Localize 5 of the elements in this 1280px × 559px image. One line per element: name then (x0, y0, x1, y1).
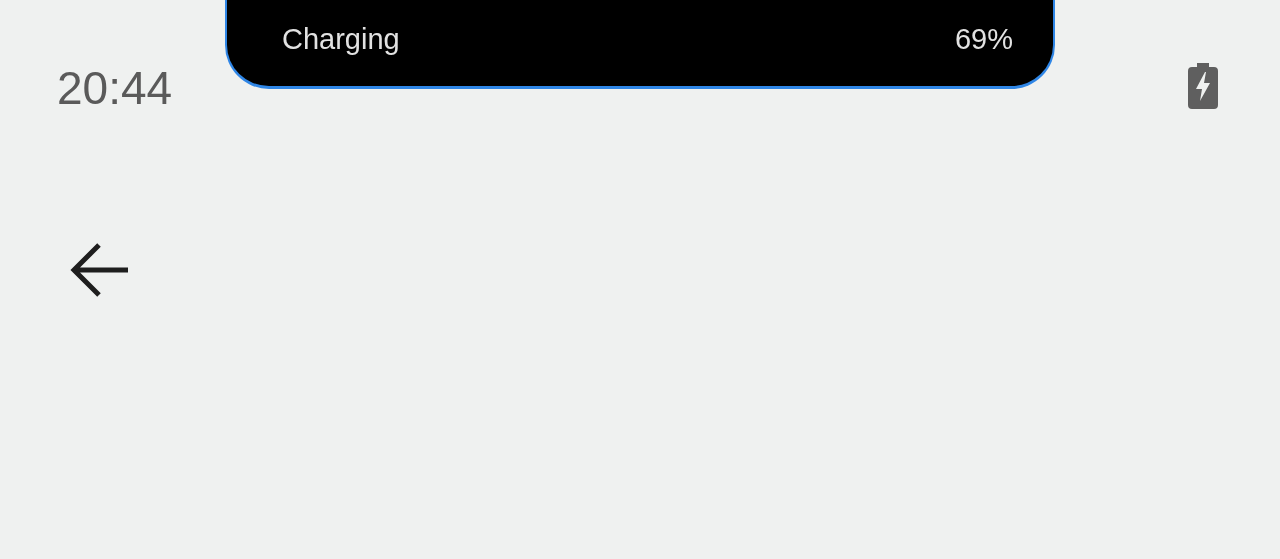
status-time: 20:44 (57, 62, 173, 114)
charging-status: Charging (282, 22, 400, 58)
charging-battery-icon (1188, 63, 1218, 109)
battery-percent: 69% (954, 22, 1013, 58)
back-arrow-icon[interactable] (70, 242, 130, 298)
